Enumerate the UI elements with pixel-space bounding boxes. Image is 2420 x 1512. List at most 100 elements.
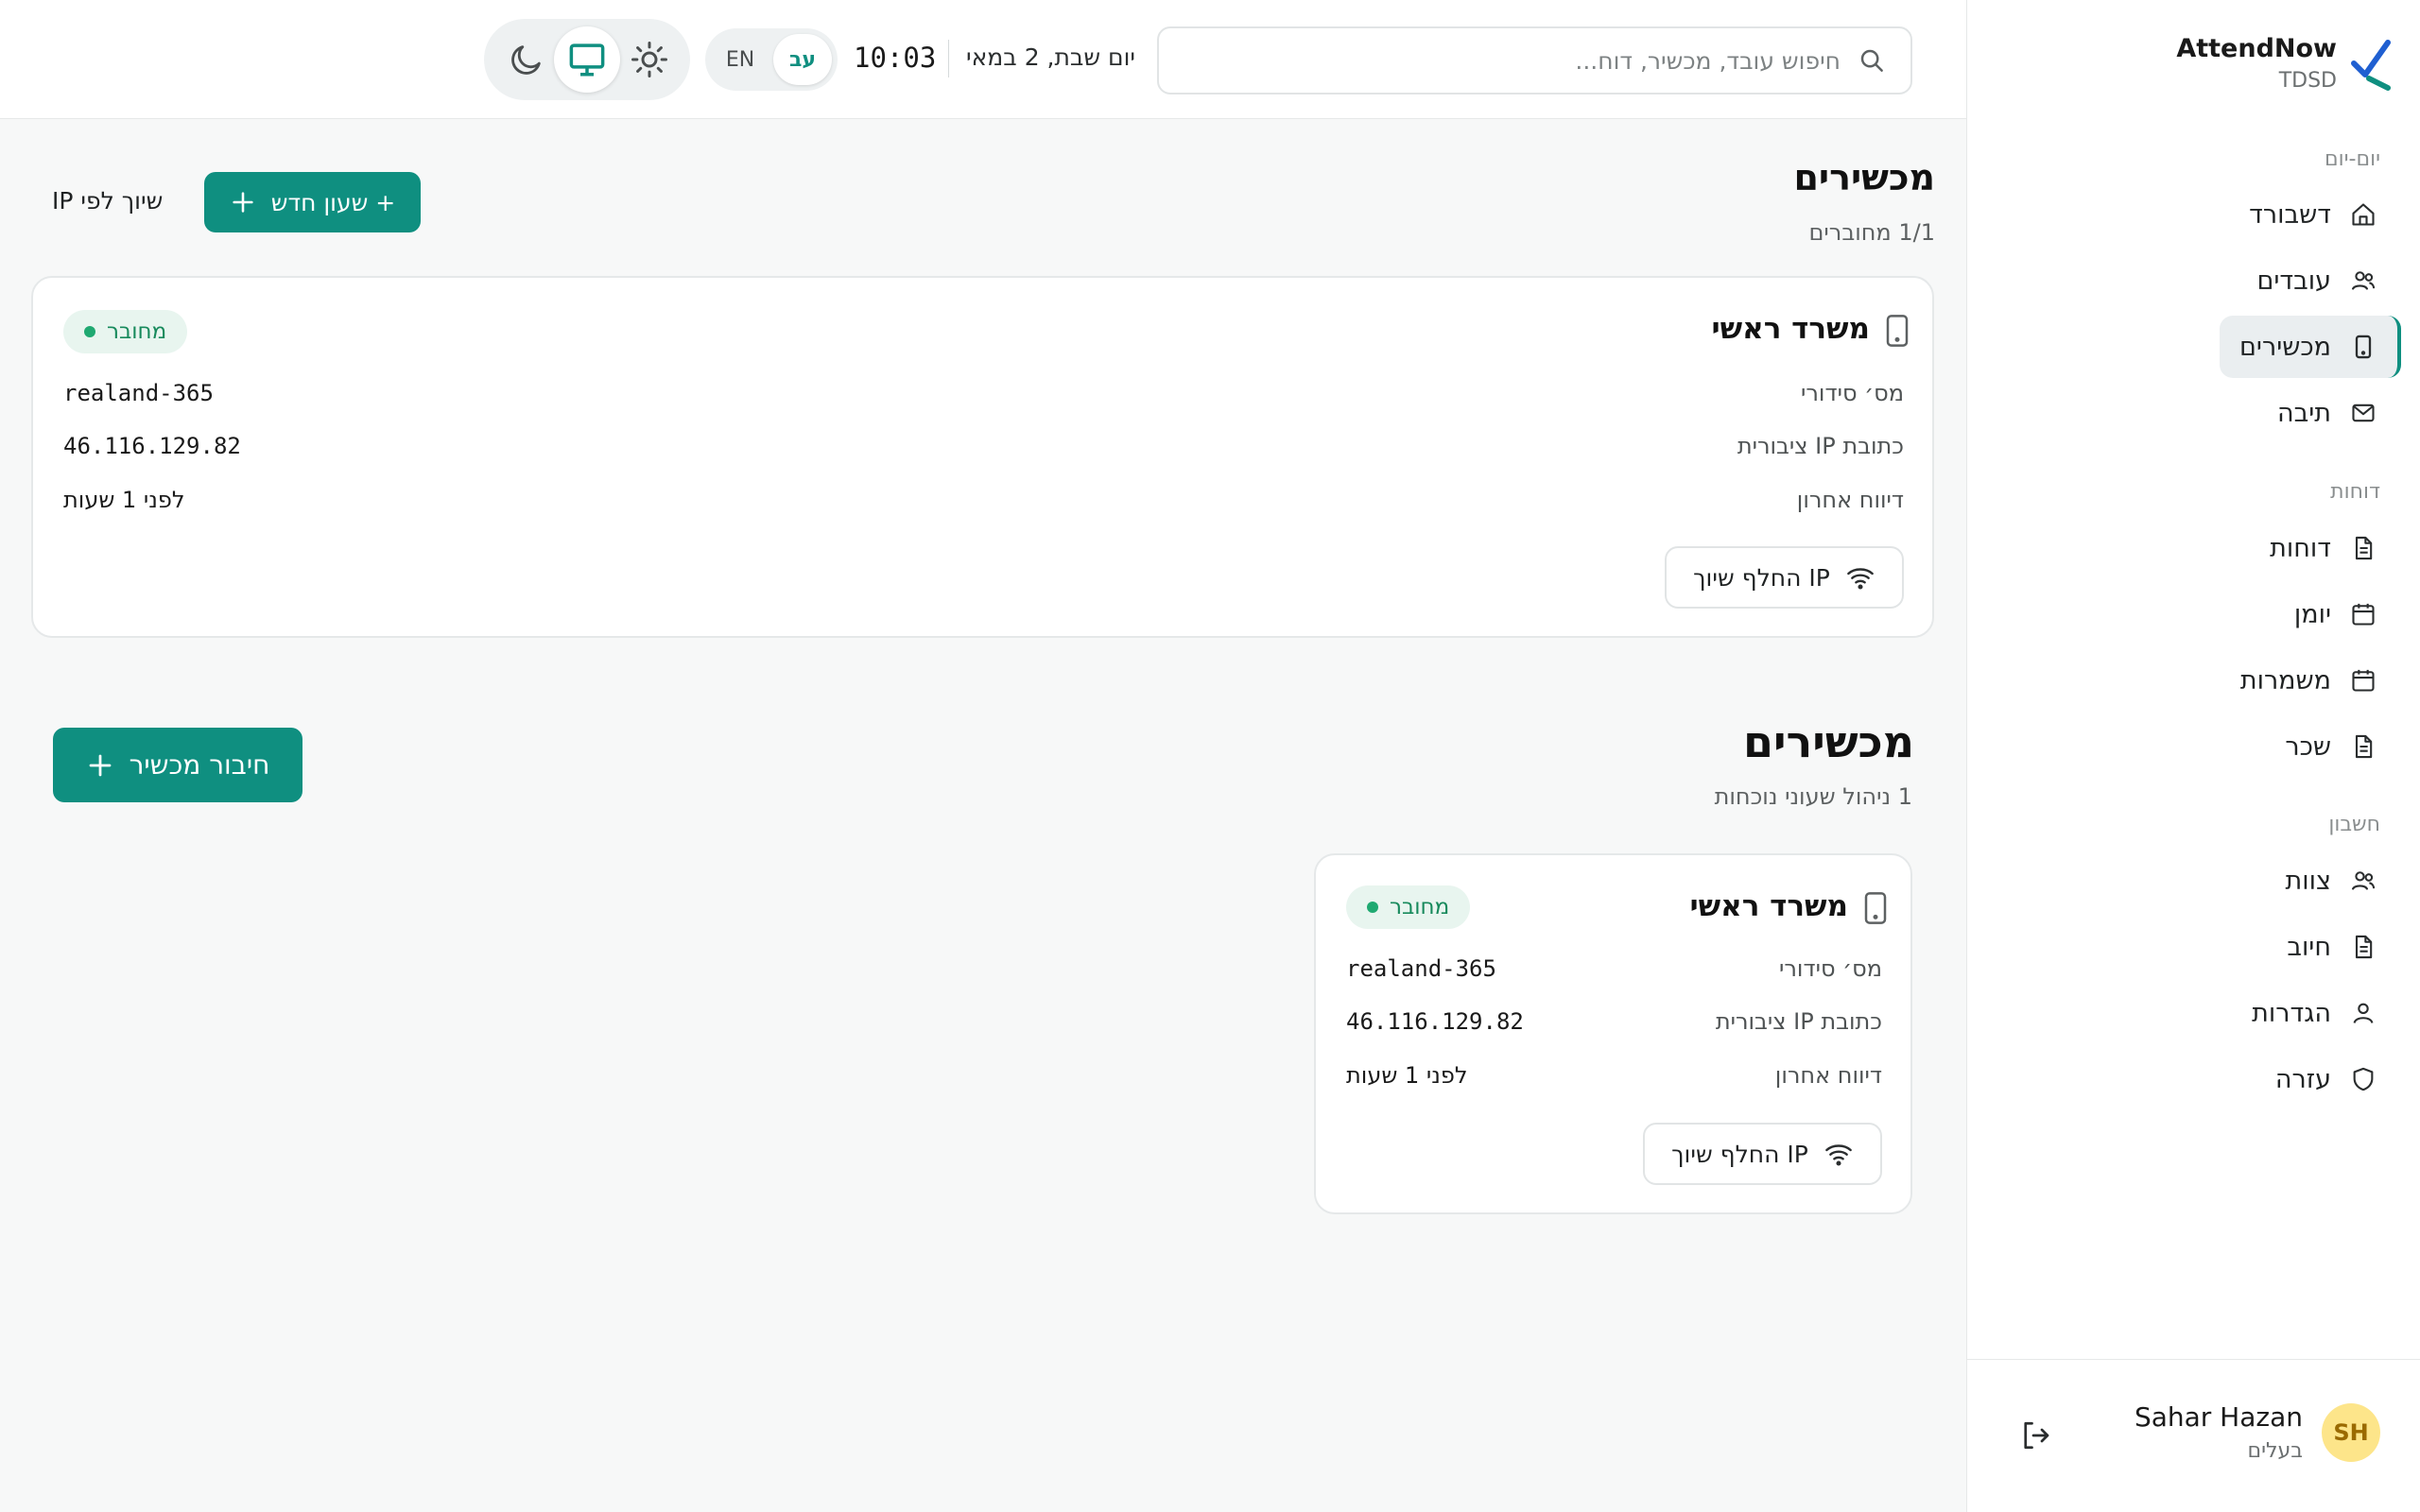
devices-title: מכשירים [1742, 716, 1914, 767]
sidebar-item-label: תיבה [2276, 398, 2331, 428]
status-label: מחובר [107, 319, 167, 344]
sidebar: AttendNow TDSD יום-יום דשבורד עובדים מכש… [1966, 0, 2420, 1512]
lang-he-button[interactable]: עב [773, 34, 832, 85]
file-icon [2348, 731, 2378, 762]
nav-section-reports: דוחות [2330, 480, 2380, 504]
wifi-icon [1825, 1144, 1852, 1166]
divider [948, 40, 949, 77]
sidebar-item-label: שכר [2285, 731, 2331, 762]
page-subtitle: 1/1 מחוברים [1808, 219, 1936, 246]
last-report-label: דיווח אחרון [1774, 1062, 1882, 1089]
sidebar-item-journal[interactable]: יומן [2216, 583, 2397, 645]
sun-icon [631, 42, 667, 77]
user-name: Sahar Hazan [2134, 1401, 2303, 1433]
sidebar-item-inbox[interactable]: תיבה [2216, 382, 2397, 444]
sidebar-item-label: דשבורד [2249, 199, 2331, 230]
nav-section-account: חשבון [2328, 813, 2380, 836]
search-input[interactable] [1198, 46, 1841, 75]
search-icon [1860, 49, 1883, 72]
avatar[interactable]: SH [2322, 1403, 2380, 1462]
switch-ip-button[interactable]: החלף שיוך IP [1665, 546, 1904, 609]
sidebar-item-label: צוות [2285, 866, 2331, 896]
device-card: משרד ראשי מחובר מס׳ סידורי realand-365 כ… [1314, 853, 1912, 1214]
sidebar-item-billing[interactable]: חיוב [2216, 916, 2397, 978]
users-icon [2348, 866, 2378, 896]
moon-icon [511, 45, 541, 75]
top-header: יום שבת, 2 במאי 10:03 EN עב [0, 0, 1966, 119]
device-icon [1886, 315, 1909, 347]
user-icon [2348, 998, 2378, 1028]
sidebar-item-reports[interactable]: דוחות [2216, 517, 2397, 579]
sidebar-item-label: דוחות [2270, 533, 2331, 563]
switch-ip-button[interactable]: החלף שיוך IP [1643, 1123, 1882, 1185]
new-clock-button[interactable]: + שעון חדש [204, 172, 421, 232]
search-box[interactable] [1157, 26, 1912, 94]
sidebar-item-team[interactable]: צוות [2216, 850, 2397, 912]
sidebar-item-label: עזרה [2274, 1064, 2331, 1094]
home-icon [2348, 199, 2378, 230]
serial-value: realand-365 [1346, 955, 1496, 982]
sidebar-item-employees[interactable]: עובדים [2216, 249, 2397, 312]
connect-device-label: חיבור מכשיר [129, 749, 270, 781]
calendar-icon [2348, 665, 2378, 696]
light-mode-button[interactable] [616, 26, 683, 93]
ip-label: כתובת IP ציבורית [1715, 1008, 1882, 1035]
wifi-icon [1847, 568, 1874, 590]
devices-subtitle: 1 ניהול שעוני נוכחות [1714, 783, 1912, 810]
last-report-label: דיווח אחרון [1796, 487, 1904, 513]
device-name: משרד ראשי [1711, 312, 1871, 346]
brand-name: AttendNow [2176, 34, 2337, 63]
sidebar-item-label: חיוב [2287, 932, 2331, 962]
plus-icon [89, 754, 111, 776]
calendar-icon [2348, 599, 2378, 629]
ip-assign-link[interactable]: שיוך לפי IP [52, 187, 163, 215]
switch-ip-label: החלף שיוך IP [1693, 563, 1830, 592]
dark-mode-button[interactable] [493, 26, 560, 93]
shield-icon [2348, 1064, 2378, 1094]
sidebar-item-dashboard[interactable]: דשבורד [2216, 183, 2397, 246]
file-icon [2348, 533, 2378, 563]
device-icon [2348, 332, 2378, 362]
sidebar-item-payroll[interactable]: שכר [2216, 715, 2397, 778]
logout-icon[interactable] [2019, 1418, 2053, 1452]
status-dot [1367, 902, 1378, 913]
logo-check-icon [2351, 40, 2391, 91]
user-role: בעלים [2247, 1439, 2303, 1463]
switch-ip-label: החלף שיוך IP [1671, 1140, 1808, 1168]
status-badge: מחובר [1346, 885, 1471, 929]
device-name: משרד ראשי [1689, 889, 1849, 923]
sidebar-item-shifts[interactable]: משמרות [2216, 649, 2397, 712]
current-date: יום שבת, 2 במאי [966, 43, 1136, 71]
device-icon [1864, 892, 1887, 924]
last-report-value: לפני 1 שעות [63, 487, 185, 513]
sidebar-item-settings[interactable]: הגדרות [2216, 982, 2397, 1044]
ip-label: כתובת IP ציבורית [1737, 433, 1904, 459]
plus-icon [233, 192, 253, 213]
users-icon [2348, 266, 2378, 296]
device-card: משרד ראשי מחובר מס׳ סידורי realand-365 כ… [31, 276, 1934, 638]
sidebar-item-help[interactable]: עזרה [2216, 1048, 2397, 1110]
brand-subtitle: TDSD [2278, 69, 2337, 93]
brand[interactable]: AttendNow TDSD [2176, 34, 2394, 93]
system-mode-button[interactable] [554, 26, 620, 93]
ip-value: 46.116.129.82 [63, 433, 241, 459]
nav-section-daily: יום-יום [2325, 147, 2380, 171]
language-toggle: EN עב [705, 28, 838, 91]
connect-device-button[interactable]: חיבור מכשיר [53, 728, 302, 802]
file-icon [2348, 932, 2378, 962]
lang-en-button[interactable]: EN [711, 34, 769, 85]
monitor-icon [569, 43, 605, 77]
status-dot [84, 326, 95, 337]
ip-value: 46.116.129.82 [1346, 1008, 1524, 1035]
sidebar-item-label: יומן [2293, 599, 2331, 629]
theme-toggle [484, 19, 690, 100]
sidebar-item-label: הגדרות [2252, 998, 2331, 1028]
mail-icon [2348, 398, 2378, 428]
status-badge: מחובר [63, 310, 188, 353]
sidebar-item-label: עובדים [2256, 266, 2331, 296]
sidebar-item-devices[interactable]: מכשירים [2220, 316, 2401, 378]
status-label: מחובר [1390, 895, 1450, 919]
serial-label: מס׳ סידורי [1801, 380, 1904, 406]
page-title: מכשירים [1793, 157, 1935, 198]
serial-value: realand-365 [63, 380, 214, 406]
